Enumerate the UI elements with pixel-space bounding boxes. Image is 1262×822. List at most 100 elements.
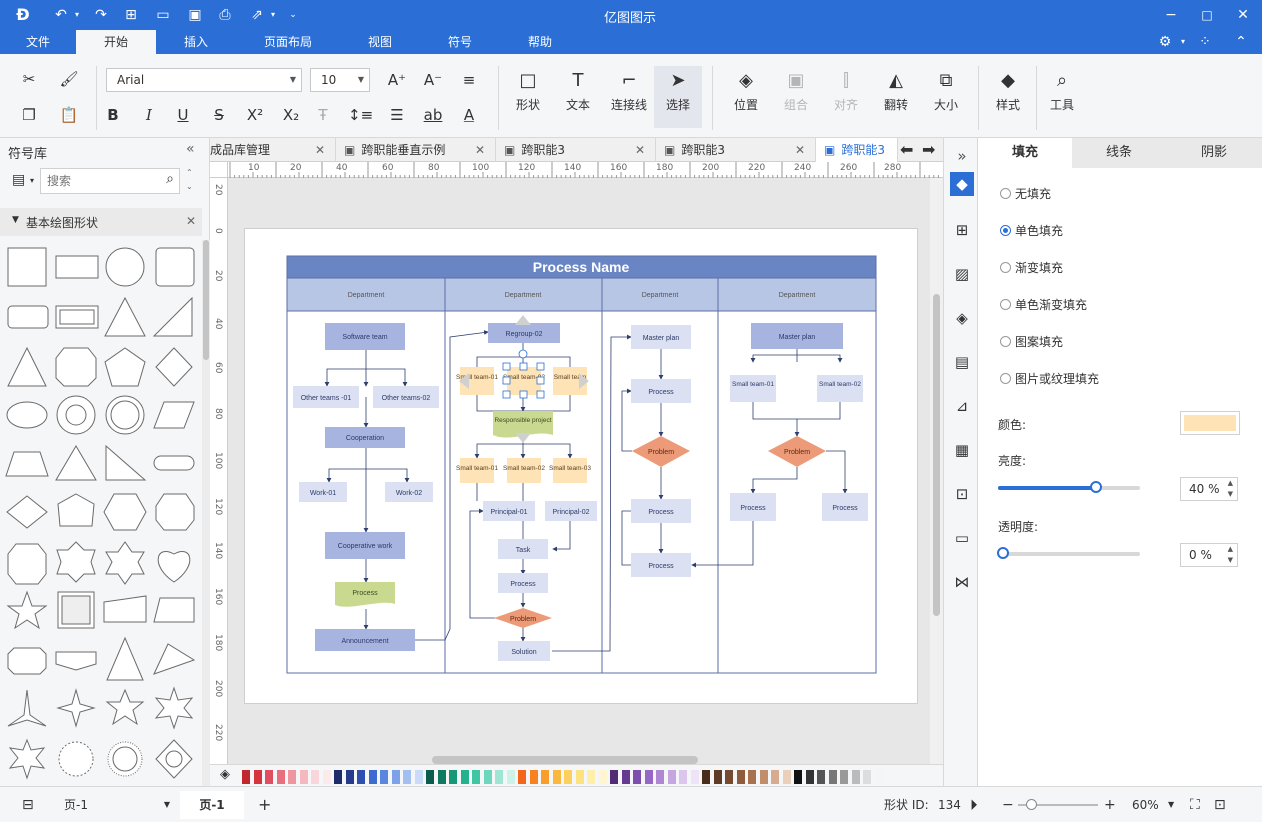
radio-picture-fill[interactable]: [1000, 373, 1011, 384]
color-swatch-cell[interactable]: [449, 770, 457, 784]
tab-cross-functional-2[interactable]: ▣ 跨职能3 ✕: [656, 138, 816, 162]
option-pattern-fill[interactable]: 图案填充: [1000, 333, 1063, 351]
color-swatch-cell[interactable]: [805, 770, 814, 784]
select-button[interactable]: ➤ 选择: [654, 66, 702, 128]
drawing-page[interactable]: Process Name Department Department Depar…: [244, 228, 918, 704]
color-swatch-cell[interactable]: [253, 770, 262, 784]
close-window-icon[interactable]: ✕: [1234, 6, 1252, 24]
color-swatch-cell[interactable]: [472, 770, 480, 784]
color-swatch-cell[interactable]: [667, 770, 676, 784]
close-tab-icon[interactable]: ✕: [795, 138, 805, 162]
color-swatch-cell[interactable]: [460, 770, 469, 784]
color-swatch-cell[interactable]: [690, 770, 699, 784]
color-swatch-cell[interactable]: [564, 770, 572, 784]
color-swatch-cell[interactable]: [702, 770, 710, 784]
page-view-icon[interactable]: ⊟: [22, 796, 34, 814]
line-spacing-icon[interactable]: ↕≡: [348, 104, 373, 126]
underline-icon[interactable]: U: [172, 104, 194, 126]
color-swatch-cell[interactable]: [828, 770, 837, 784]
color-swatch-cell[interactable]: [713, 770, 722, 784]
print-icon[interactable]: ⎙: [216, 6, 234, 24]
open-folder-icon[interactable]: ▭: [154, 6, 172, 24]
collapse-panel-icon[interactable]: «: [186, 141, 195, 157]
fit-page-icon[interactable]: ⛶: [1190, 796, 1200, 814]
cut-icon[interactable]: ✂: [18, 68, 40, 90]
increase-font-icon[interactable]: A⁺: [386, 69, 408, 91]
fill-panel-icon[interactable]: ◆: [950, 172, 974, 196]
text-button[interactable]: T 文本: [558, 70, 598, 113]
undo-dropdown-icon[interactable]: ▾: [68, 6, 86, 24]
brightness-slider[interactable]: [998, 481, 1140, 493]
font-size-select[interactable]: 10 ▼: [310, 68, 370, 92]
collapse-ribbon-icon[interactable]: ⌃: [1232, 33, 1250, 51]
color-swatch-cell[interactable]: [736, 770, 745, 784]
color-swatch-cell[interactable]: [794, 770, 802, 784]
italic-icon[interactable]: I: [138, 104, 160, 126]
color-swatch-cell[interactable]: [840, 770, 848, 784]
tab-line[interactable]: 线条: [1072, 138, 1166, 168]
color-swatch-cell[interactable]: [242, 770, 250, 784]
brightness-slider-handle[interactable]: [1090, 481, 1103, 493]
library-scrollbar[interactable]: [202, 240, 210, 786]
decrease-font-icon[interactable]: A⁻: [422, 69, 444, 91]
fit-width-icon[interactable]: ⊡: [1214, 796, 1226, 814]
color-swatch-cell[interactable]: [874, 770, 883, 784]
tab-cross-functional-active[interactable]: ▣ 跨职能3: [816, 138, 898, 162]
color-swatch-cell[interactable]: [633, 770, 641, 784]
tab-vertical-example[interactable]: ▣ 跨职能垂直示例 ✕: [336, 138, 496, 162]
minimize-icon[interactable]: −: [1162, 6, 1180, 24]
apps-grid-icon[interactable]: ⁘: [1196, 33, 1214, 51]
radio-pattern-fill[interactable]: [1000, 336, 1011, 347]
library-menu-dropdown-icon[interactable]: ▾: [30, 176, 34, 185]
customize-toolbar-icon[interactable]: ⌄: [284, 6, 302, 24]
mindmap-icon[interactable]: ⋈: [950, 570, 974, 594]
highlight-color-icon[interactable]: ab: [422, 104, 444, 126]
strikethrough-icon[interactable]: S: [208, 104, 230, 126]
library-search-input[interactable]: [41, 169, 151, 193]
color-swatch-cell[interactable]: [495, 770, 503, 784]
color-swatch-cell[interactable]: [437, 770, 446, 784]
transparency-slider[interactable]: [997, 547, 1140, 559]
library-scroll-thumb[interactable]: [203, 240, 209, 360]
menu-home[interactable]: 开始: [76, 30, 156, 54]
table-icon[interactable]: ▦: [950, 438, 974, 462]
option-solid-fill[interactable]: 单色填充: [1000, 222, 1063, 240]
save-icon[interactable]: ▣: [186, 6, 204, 24]
format-painter-icon[interactable]: 🖌: [58, 68, 80, 90]
font-name-select[interactable]: Arial ▼: [106, 68, 302, 92]
color-swatch-cell[interactable]: [288, 770, 296, 784]
color-swatch-cell[interactable]: [863, 770, 871, 784]
menu-symbol[interactable]: 符号: [438, 30, 482, 54]
color-swatch-cell[interactable]: [725, 770, 733, 784]
text-style-icon[interactable]: Ŧ: [312, 104, 334, 126]
cross-functional-diagram[interactable]: Process Name Department Department Depar…: [245, 229, 919, 705]
spinner-arrows-icon[interactable]: ▲ ▼: [1228, 544, 1233, 566]
chart-icon[interactable]: ⊿: [950, 394, 974, 418]
color-swatch-cell[interactable]: [265, 770, 273, 784]
menu-view[interactable]: 视图: [358, 30, 402, 54]
shape-gallery[interactable]: [0, 240, 202, 786]
scroll-up-small-icon[interactable]: ⌃: [186, 168, 193, 177]
export-dropdown-icon[interactable]: ▾: [264, 6, 282, 24]
bold-icon[interactable]: B: [102, 104, 124, 126]
color-swatch-cell[interactable]: [644, 770, 653, 784]
connector-button[interactable]: ⌐ 连接线: [606, 70, 652, 113]
color-swatch-cell[interactable]: [851, 770, 860, 784]
image-icon[interactable]: ▨: [950, 262, 974, 286]
color-swatch-cell[interactable]: [391, 770, 400, 784]
color-swatch-cell[interactable]: [368, 770, 377, 784]
color-swatch-cell[interactable]: [621, 770, 630, 784]
spinner-arrows-icon[interactable]: ▲ ▼: [1228, 478, 1233, 500]
menu-page-layout[interactable]: 页面布局: [256, 30, 320, 54]
color-swatch-cell[interactable]: [598, 770, 607, 784]
close-tab-icon[interactable]: ✕: [315, 138, 325, 162]
page-tab[interactable]: 页-1: [180, 791, 244, 819]
radio-gradient-fill[interactable]: [1000, 262, 1011, 273]
maximize-icon[interactable]: □: [1198, 6, 1216, 24]
menu-file[interactable]: 文件: [16, 30, 60, 54]
color-swatch-cell[interactable]: [334, 770, 342, 784]
color-swatch-cell[interactable]: [782, 770, 791, 784]
zoom-slider[interactable]: [1018, 799, 1098, 810]
text-align-icon[interactable]: ≡: [458, 69, 480, 91]
color-swatch-cell[interactable]: [552, 770, 561, 784]
